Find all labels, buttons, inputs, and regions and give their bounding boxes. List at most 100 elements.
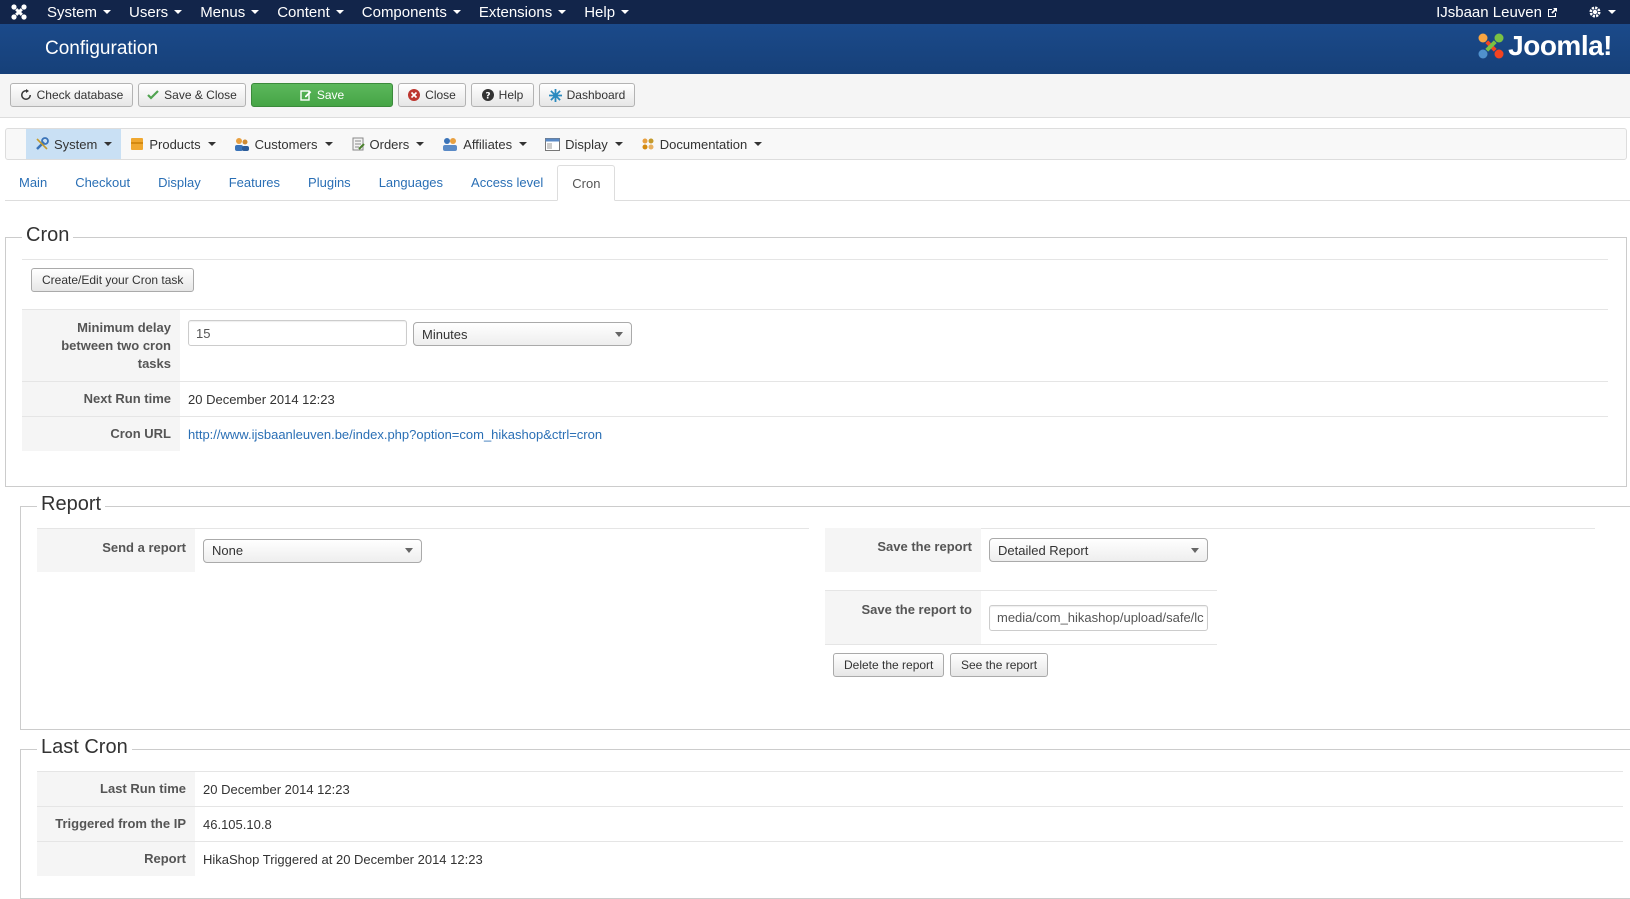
caret-down-icon (324, 142, 333, 146)
checkmark-icon (147, 90, 159, 100)
tab-features[interactable]: Features (215, 164, 294, 200)
save-report-to-divider (825, 644, 1217, 645)
close-button[interactable]: Close (398, 83, 466, 107)
svg-text:?: ? (485, 91, 490, 101)
hika-menu-system[interactable]: System (26, 129, 122, 159)
save-report-to-row: Save the report to media/com_hikashop/up… (825, 590, 1217, 644)
caret-down-icon (621, 10, 630, 14)
next-run-label: Next Run time (22, 382, 180, 416)
hika-menu-products[interactable]: Products (121, 129, 224, 159)
send-report-label: Send a report (37, 529, 195, 572)
products-box-icon (131, 138, 144, 150)
close-circle-icon (408, 89, 421, 101)
page-title: Configuration (45, 38, 159, 59)
admin-navbar: System Users Menus Content Components Ex… (0, 0, 1630, 24)
next-run-value: 20 December 2014 12:23 (188, 391, 335, 407)
menu-extensions[interactable]: Extensions (470, 0, 575, 24)
send-report-row: Send a report None (37, 528, 809, 572)
caret-down-icon (452, 10, 461, 14)
external-link-icon (1548, 7, 1557, 17)
last-run-row: Last Run time 20 December 2014 12:23 (37, 771, 1623, 806)
tab-display[interactable]: Display (144, 164, 215, 200)
next-run-row: Next Run time 20 December 2014 12:23 (22, 381, 1608, 416)
last-report-value: HikaShop Triggered at 20 December 2014 1… (203, 851, 483, 867)
last-cron-legend: Last Cron (37, 736, 132, 759)
cron-url-row: Cron URL http://www.ijsbaanleuven.be/ind… (22, 416, 1608, 451)
menu-components[interactable]: Components (353, 0, 470, 24)
hika-menu-customers[interactable]: Customers (225, 129, 342, 159)
affiliates-icon (443, 138, 458, 151)
min-delay-input[interactable]: 15 (188, 320, 407, 346)
last-report-row: Report HikaShop Triggered at 20 December… (37, 841, 1623, 876)
tab-languages[interactable]: Languages (365, 164, 457, 200)
save-close-button[interactable]: Save & Close (138, 83, 246, 107)
tab-access-level[interactable]: Access level (457, 164, 557, 200)
cron-legend: Cron (22, 224, 74, 247)
menu-menus[interactable]: Menus (191, 0, 268, 24)
save-report-row: Save the report Detailed Report (825, 528, 1217, 572)
hika-menu-orders[interactable]: Orders (342, 129, 434, 159)
hika-menu-affiliates[interactable]: Affiliates (433, 129, 536, 159)
hika-menu-display[interactable]: Display (536, 129, 632, 159)
save-report-path-input[interactable]: media/com_hikashop/upload/safe/lc (989, 604, 1208, 631)
tab-main[interactable]: Main (5, 164, 61, 200)
dropdown-arrow-icon (405, 548, 413, 553)
help-button[interactable]: ? Help (471, 83, 534, 107)
caret-down-icon (754, 142, 763, 146)
caret-down-icon (1608, 10, 1616, 14)
caret-down-icon (103, 10, 112, 14)
menu-users[interactable]: Users (120, 0, 191, 24)
customers-icon (234, 138, 249, 151)
orders-icon (352, 137, 365, 151)
triggered-ip-row: Triggered from the IP 46.105.10.8 (37, 806, 1623, 841)
tab-plugins[interactable]: Plugins (294, 164, 365, 200)
toolbar: Check database Save & Close Save Close ?… (0, 74, 1630, 118)
joomla-logo-icon[interactable] (0, 0, 38, 24)
dropdown-arrow-icon (615, 331, 623, 337)
last-report-label: Report (37, 842, 195, 876)
tab-checkout[interactable]: Checkout (61, 164, 144, 200)
hika-menu-documentation[interactable]: Documentation (632, 129, 771, 159)
user-settings-menu[interactable] (1588, 5, 1616, 19)
display-window-icon (545, 137, 561, 151)
edit-icon (300, 90, 312, 101)
menu-help[interactable]: Help (575, 0, 638, 24)
caret-down-icon (104, 142, 113, 146)
see-report-button[interactable]: See the report (950, 653, 1049, 677)
menu-content[interactable]: Content (268, 0, 353, 24)
cron-url-link[interactable]: http://www.ijsbaanleuven.be/index.php?op… (188, 427, 602, 442)
caret-down-icon (416, 142, 425, 146)
help-icon: ? (481, 89, 494, 101)
min-delay-unit-select[interactable]: Minutes (413, 322, 632, 346)
create-cron-task-button[interactable]: Create/Edit your Cron task (31, 268, 195, 292)
config-tabs: Main Checkout Display Features Plugins L… (5, 165, 1630, 201)
database-check-icon (20, 89, 31, 100)
send-report-select[interactable]: None (203, 538, 422, 563)
cron-url-label: Cron URL (22, 417, 180, 451)
caret-down-icon (174, 10, 183, 14)
hikashop-menu: System Products Customers Orders Affilia… (5, 128, 1627, 160)
last-run-label: Last Run time (37, 772, 195, 806)
dropdown-arrow-icon (1191, 547, 1199, 553)
menu-system[interactable]: System (38, 0, 120, 24)
tab-cron[interactable]: Cron (557, 165, 616, 201)
caret-down-icon (335, 10, 344, 14)
check-database-button[interactable]: Check database (10, 83, 133, 107)
save-report-label: Save the report (825, 528, 981, 572)
last-run-value: 20 December 2014 12:23 (203, 781, 350, 797)
triggered-ip-label: Triggered from the IP (37, 807, 195, 841)
min-delay-row: Minimum delay between two cron tasks 15 … (22, 309, 1608, 381)
tools-icon (36, 137, 49, 150)
caret-down-icon (207, 142, 216, 146)
dashboard-button[interactable]: Dashboard (539, 83, 635, 107)
save-report-select[interactable]: Detailed Report (989, 538, 1208, 562)
top-menu: System Users Menus Content Components Ex… (38, 0, 638, 24)
cron-divider (22, 259, 1608, 260)
site-link[interactable]: IJsbaan Leuven (1436, 4, 1558, 21)
dashboard-star-icon (548, 88, 562, 102)
caret-down-icon (251, 10, 260, 14)
delete-report-button[interactable]: Delete the report (833, 653, 945, 677)
joomla-logo-icon (1478, 33, 1504, 59)
caret-down-icon (519, 142, 528, 146)
save-button[interactable]: Save (251, 83, 393, 107)
